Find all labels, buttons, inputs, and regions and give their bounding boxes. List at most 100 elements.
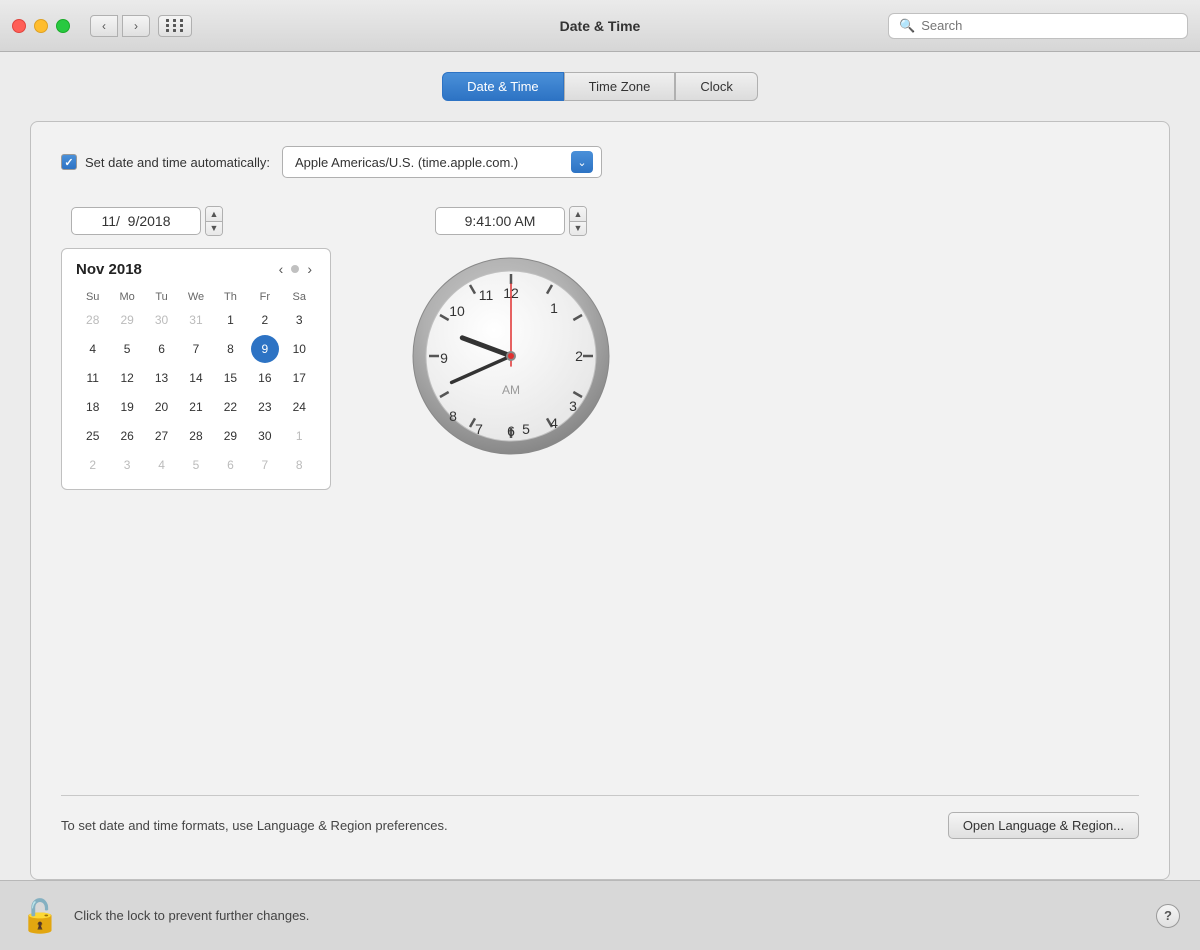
- calendar-day[interactable]: 18: [79, 393, 107, 421]
- calendar-day[interactable]: 23: [251, 393, 279, 421]
- calendar-day[interactable]: 4: [148, 451, 176, 479]
- bottom-info-text: To set date and time formats, use Langua…: [61, 818, 448, 833]
- date-input-row: ▲ ▼: [71, 206, 223, 236]
- nav-buttons: ‹ ›: [90, 15, 150, 37]
- calendar-day[interactable]: 3: [113, 451, 141, 479]
- calendar-day[interactable]: 30: [251, 422, 279, 450]
- calendar-month-year: Nov 2018: [76, 261, 275, 278]
- cal-header-sa: Sa: [283, 289, 316, 305]
- svg-text:3: 3: [569, 398, 577, 414]
- calendar-day[interactable]: 29: [216, 422, 244, 450]
- search-input[interactable]: [921, 18, 1177, 33]
- calendar-day[interactable]: 17: [285, 364, 313, 392]
- auto-set-label: Set date and time automatically:: [85, 155, 270, 170]
- cal-header-su: Su: [76, 289, 109, 305]
- svg-text:9: 9: [440, 350, 448, 366]
- grid-button[interactable]: [158, 15, 192, 37]
- calendar-next-button[interactable]: ›: [303, 259, 316, 279]
- window-title: Date & Time: [560, 18, 641, 34]
- calendar-prev-button[interactable]: ‹: [275, 259, 288, 279]
- main-content: Date & Time Time Zone Clock ✓ Set date a…: [0, 52, 1200, 880]
- forward-button[interactable]: ›: [122, 15, 150, 37]
- calendar-day[interactable]: 29: [113, 306, 141, 334]
- calendar: Nov 2018 ‹ › Su Mo Tu We Th: [61, 248, 331, 490]
- calendar-day[interactable]: 2: [79, 451, 107, 479]
- svg-text:4: 4: [550, 415, 558, 431]
- calendar-day[interactable]: 22: [216, 393, 244, 421]
- help-button[interactable]: ?: [1156, 904, 1180, 928]
- time-stepper[interactable]: ▲ ▼: [569, 206, 587, 236]
- calendar-day[interactable]: 7: [182, 335, 210, 363]
- search-icon: 🔍: [899, 18, 915, 34]
- server-dropdown[interactable]: Apple Americas/U.S. (time.apple.com.) ⌄: [282, 146, 602, 178]
- svg-text:1: 1: [550, 300, 558, 316]
- time-field[interactable]: [435, 207, 565, 235]
- calendar-day[interactable]: 31: [182, 306, 210, 334]
- calendar-day[interactable]: 8: [285, 451, 313, 479]
- lock-text: Click the lock to prevent further change…: [74, 908, 1142, 923]
- calendar-day[interactable]: 1: [216, 306, 244, 334]
- tab-clock[interactable]: Clock: [675, 72, 758, 101]
- svg-text:5: 5: [522, 421, 530, 437]
- calendar-day[interactable]: 30: [148, 306, 176, 334]
- calendar-day[interactable]: 28: [182, 422, 210, 450]
- calendar-day[interactable]: 11: [79, 364, 107, 392]
- svg-text:7: 7: [475, 421, 483, 437]
- open-language-region-button[interactable]: Open Language & Region...: [948, 812, 1139, 839]
- calendar-day[interactable]: 5: [113, 335, 141, 363]
- calendar-day[interactable]: 27: [148, 422, 176, 450]
- date-stepper-down[interactable]: ▼: [206, 222, 222, 236]
- date-stepper-up[interactable]: ▲: [206, 207, 222, 222]
- calendar-day[interactable]: 26: [113, 422, 141, 450]
- time-stepper-down[interactable]: ▼: [570, 222, 586, 236]
- calendar-day[interactable]: 2: [251, 306, 279, 334]
- calendar-day[interactable]: 3: [285, 306, 313, 334]
- calendar-day[interactable]: 14: [182, 364, 210, 392]
- calendar-day[interactable]: 24: [285, 393, 313, 421]
- calendar-day[interactable]: 16: [251, 364, 279, 392]
- calendar-day[interactable]: 13: [148, 364, 176, 392]
- date-time-section: ▲ ▼ Nov 2018 ‹ ›: [61, 206, 1139, 795]
- calendar-day[interactable]: 1: [285, 422, 313, 450]
- calendar-day[interactable]: 28: [79, 306, 107, 334]
- calendar-day[interactable]: 6: [216, 451, 244, 479]
- calendar-header: Nov 2018 ‹ ›: [76, 259, 316, 279]
- calendar-day[interactable]: 4: [79, 335, 107, 363]
- bottom-bar: To set date and time formats, use Langua…: [61, 795, 1139, 855]
- panel: ✓ Set date and time automatically: Apple…: [30, 121, 1170, 880]
- minimize-button[interactable]: [34, 19, 48, 33]
- auto-set-checkbox-container[interactable]: ✓ Set date and time automatically:: [61, 154, 270, 170]
- calendar-day[interactable]: 7: [251, 451, 279, 479]
- time-section: ▲ ▼: [411, 206, 611, 795]
- calendar-day[interactable]: 12: [113, 364, 141, 392]
- calendar-nav: ‹ ›: [275, 259, 316, 279]
- calendar-day[interactable]: 15: [216, 364, 244, 392]
- date-stepper[interactable]: ▲ ▼: [205, 206, 223, 236]
- lock-bar: 🔓 Click the lock to prevent further chan…: [0, 880, 1200, 950]
- time-stepper-up[interactable]: ▲: [570, 207, 586, 222]
- svg-text:8: 8: [449, 408, 457, 424]
- calendar-day[interactable]: 6: [148, 335, 176, 363]
- calendar-day[interactable]: 19: [113, 393, 141, 421]
- calendar-day[interactable]: 21: [182, 393, 210, 421]
- cal-header-tu: Tu: [145, 289, 178, 305]
- calendar-day[interactable]: 9: [251, 335, 279, 363]
- auto-set-checkbox[interactable]: ✓: [61, 154, 77, 170]
- maximize-button[interactable]: [56, 19, 70, 33]
- date-field[interactable]: [71, 207, 201, 235]
- calendar-day[interactable]: 8: [216, 335, 244, 363]
- search-box[interactable]: 🔍: [888, 13, 1188, 39]
- close-button[interactable]: [12, 19, 26, 33]
- calendar-day[interactable]: 10: [285, 335, 313, 363]
- back-button[interactable]: ‹: [90, 15, 118, 37]
- tab-date-time[interactable]: Date & Time: [442, 72, 564, 101]
- lock-icon[interactable]: 🔓: [20, 897, 60, 935]
- clock-svg: 12 1 2 3 4 5 6 7: [411, 256, 611, 456]
- calendar-day[interactable]: 25: [79, 422, 107, 450]
- calendar-day[interactable]: 20: [148, 393, 176, 421]
- auto-set-row: ✓ Set date and time automatically: Apple…: [61, 146, 1139, 178]
- calendar-day[interactable]: 5: [182, 451, 210, 479]
- dropdown-arrow-icon: ⌄: [571, 151, 593, 173]
- tab-time-zone[interactable]: Time Zone: [564, 72, 676, 101]
- calendar-today-dot[interactable]: [291, 265, 299, 273]
